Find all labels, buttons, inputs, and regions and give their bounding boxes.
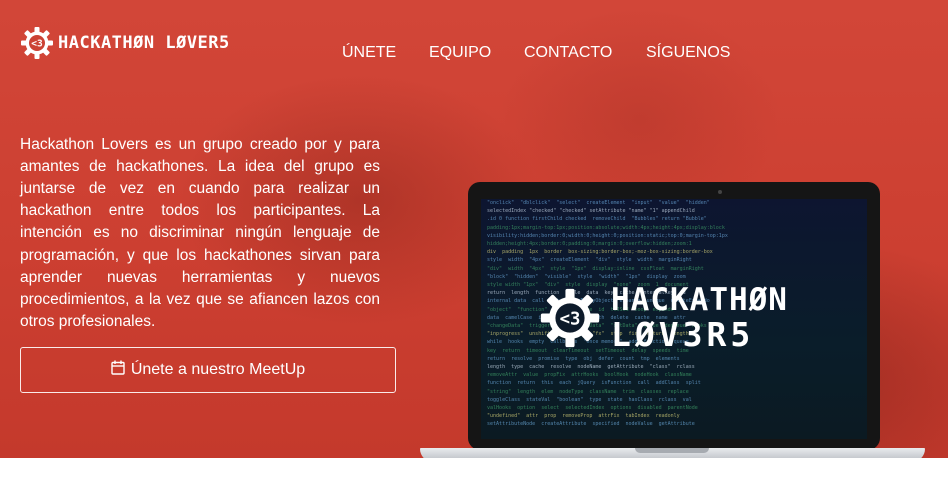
logo-symbol: <3 bbox=[31, 39, 43, 50]
screen-title-line2: LØV3R5 bbox=[611, 315, 755, 354]
screen-title-line1: HACKATHØN bbox=[611, 282, 788, 318]
gear-icon: <3 bbox=[20, 26, 54, 60]
laptop-notch bbox=[635, 448, 709, 453]
calendar-icon bbox=[111, 360, 125, 380]
screen-logo: <3 HACKATHØN LØV3R5 bbox=[539, 285, 788, 351]
hero-section: <3 HACKATHØN LØVER5 ÚNETE EQUIPO CONTACT… bbox=[0, 0, 948, 458]
laptop-lid: "onclick" "dblclick" "select" createElem… bbox=[468, 182, 880, 450]
join-meetup-button[interactable]: Únete a nuestro MeetUp bbox=[20, 347, 396, 393]
brand-logo[interactable]: <3 HACKATHØN LØVER5 bbox=[20, 26, 230, 60]
hero-description: Hackathon Lovers es un grupo creado por … bbox=[20, 135, 380, 331]
screen-logo-symbol: <3 bbox=[560, 309, 581, 329]
nav-item-unete[interactable]: ÚNETE bbox=[342, 44, 396, 62]
laptop-screen: "onclick" "dblclick" "select" createElem… bbox=[481, 199, 867, 439]
nav-item-contacto[interactable]: CONTACTO bbox=[524, 44, 612, 62]
nav-item-equipo[interactable]: EQUIPO bbox=[429, 44, 491, 62]
camera-dot bbox=[718, 190, 722, 194]
nav-item-siguenos[interactable]: SÍGUENOS bbox=[646, 44, 730, 62]
page-bottom-strip bbox=[0, 458, 948, 480]
join-meetup-label: Únete a nuestro MeetUp bbox=[130, 361, 306, 378]
laptop-image: "onclick" "dblclick" "select" createElem… bbox=[420, 178, 925, 458]
brand-name: HACKATHØN LØVER5 bbox=[58, 33, 230, 53]
screen-gear-icon: <3 bbox=[540, 288, 600, 348]
